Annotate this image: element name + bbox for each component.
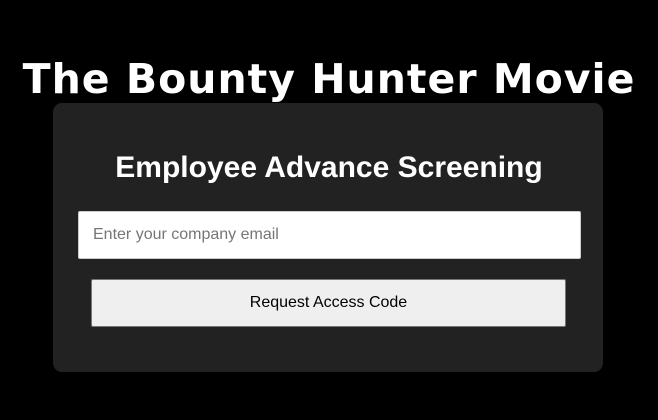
request-access-code-button[interactable]: Request Access Code bbox=[91, 279, 566, 327]
page-title: The Bounty Hunter Movie bbox=[22, 55, 636, 104]
form-heading: Employee Advance Screening bbox=[115, 151, 543, 184]
email-field[interactable] bbox=[78, 211, 581, 259]
